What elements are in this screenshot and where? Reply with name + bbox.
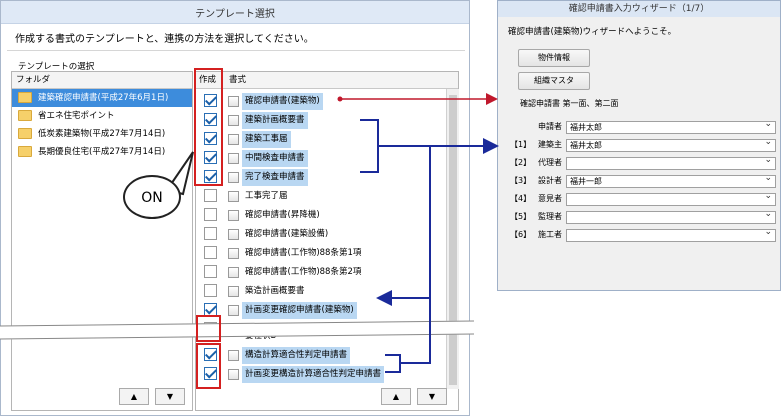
annotation-arrows [337, 93, 781, 373]
blue-arrow-to-change [376, 145, 495, 306]
blue-bracket-lower [385, 298, 431, 373]
arrow-origin-dot [337, 96, 343, 102]
